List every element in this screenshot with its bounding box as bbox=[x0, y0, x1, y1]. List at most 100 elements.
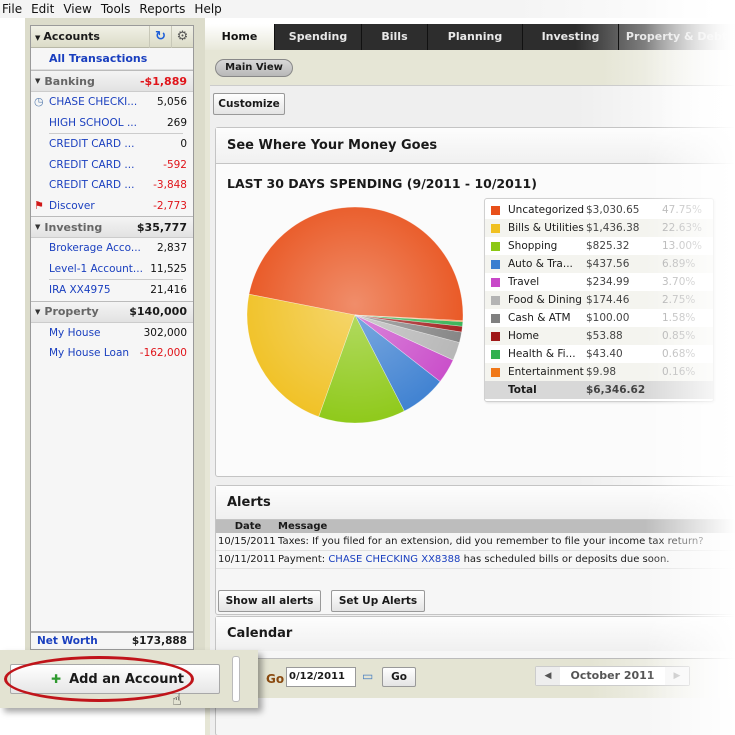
tab-property-debt[interactable]: Property & Debt bbox=[619, 24, 735, 50]
legend-swatch bbox=[491, 241, 500, 251]
legend-label: Health & Fi... bbox=[508, 348, 576, 360]
account-item[interactable]: HIGH SCHOOL ... 269 bbox=[31, 113, 193, 134]
account-balance: 269 bbox=[166, 116, 187, 129]
legend-row[interactable]: Entertainment $9.98 0.16% bbox=[485, 363, 713, 381]
account-name: CHASE CHECKI... bbox=[49, 96, 138, 109]
legend-row[interactable]: Bills & Utilities $1,436.38 22.63% bbox=[485, 219, 713, 237]
account-groups: ▼ Banking -$1,889 ◷ CHASE CHECKI... 5,056 HIGH… bbox=[31, 70, 193, 364]
all-transactions-link[interactable]: All Transactions bbox=[31, 48, 193, 70]
tab-bills[interactable]: Bills bbox=[362, 24, 428, 50]
next-month-icon[interactable]: ▶ bbox=[665, 667, 689, 685]
legend-percent: 13.00% bbox=[662, 240, 703, 252]
menu-bar: File Edit View Tools Reports Help bbox=[0, 0, 735, 18]
account-item[interactable]: ◷ CHASE CHECKI... 5,056 bbox=[31, 92, 193, 113]
tab-planning[interactable]: Planning bbox=[428, 24, 523, 50]
accounts-header: ▼ Accounts ↻ ⚙ bbox=[31, 25, 193, 48]
legend-swatch bbox=[491, 313, 500, 323]
account-item[interactable]: ⚑ Discover -2,773 bbox=[31, 196, 193, 217]
spending-panel-title: See Where Your Money Goes bbox=[216, 128, 735, 164]
legend-row[interactable]: Auto & Tra... $437.56 6.89% bbox=[485, 255, 713, 273]
legend-row[interactable]: Food & Dining $174.46 2.75% bbox=[485, 291, 713, 309]
add-account-button[interactable]: ✚ Add an Account bbox=[10, 664, 220, 694]
account-item[interactable]: CREDIT CARD ... -592 bbox=[31, 155, 193, 176]
gear-icon[interactable]: ⚙ bbox=[171, 25, 193, 48]
alert-date: 10/11/2011 bbox=[218, 554, 276, 565]
group-name: Property bbox=[44, 305, 99, 318]
clock-icon: ◷ bbox=[34, 95, 44, 108]
net-worth-label[interactable]: Net Worth bbox=[37, 635, 132, 647]
menu-edit[interactable]: Edit bbox=[31, 2, 54, 16]
accounts-sidebar: ▼ Accounts ↻ ⚙ All Transactions ▼ Banking -… bbox=[30, 25, 194, 650]
account-item[interactable]: Level-1 Account... 11,525 bbox=[31, 259, 193, 280]
legend-percent: 0.68% bbox=[662, 348, 696, 360]
account-group-investing[interactable]: ▼ Investing $35,777 bbox=[31, 216, 193, 238]
account-name: Discover bbox=[49, 199, 95, 212]
calendar-title: Calendar bbox=[216, 617, 735, 651]
refresh-icon[interactable]: ↻ bbox=[149, 25, 171, 48]
menu-file[interactable]: File bbox=[2, 2, 22, 16]
tab-home[interactable]: Home bbox=[205, 24, 275, 50]
legend-row[interactable]: Health & Fi... $43.40 0.68% bbox=[485, 345, 713, 363]
set-up-alerts-button[interactable]: Set Up Alerts bbox=[331, 590, 425, 612]
legend-label: Home bbox=[508, 330, 540, 342]
calendar-date-input[interactable]: 0/12/2011 bbox=[286, 667, 356, 687]
account-group-banking[interactable]: ▼ Banking -$1,889 bbox=[31, 70, 193, 92]
account-item[interactable]: My House 302,000 bbox=[31, 323, 193, 344]
prev-month-icon[interactable]: ◀ bbox=[536, 667, 560, 685]
calendar-picker-icon[interactable]: ▭ bbox=[362, 669, 373, 683]
alert-message-suffix: has scheduled bills or deposits due soon… bbox=[460, 554, 670, 565]
calendar-go-button[interactable]: Go bbox=[382, 667, 416, 687]
legend-label: Cash & ATM bbox=[508, 312, 571, 324]
spending-chart-title: LAST 30 DAYS SPENDING (9/2011 - 10/2011) bbox=[227, 176, 537, 191]
account-name: HIGH SCHOOL ... bbox=[49, 116, 137, 129]
account-item[interactable]: CREDIT CARD ... -3,848 bbox=[31, 175, 193, 196]
legend-row[interactable]: Uncategorized $3,030.65 47.75% bbox=[485, 201, 713, 219]
menu-view[interactable]: View bbox=[63, 2, 91, 16]
tab-spending[interactable]: Spending bbox=[275, 24, 362, 50]
alert-account-link[interactable]: CHASE CHECKING XX8388 bbox=[328, 551, 460, 568]
main-view-pill[interactable]: Main View bbox=[215, 59, 293, 77]
account-item[interactable]: IRA XX4975 21,416 bbox=[31, 280, 193, 301]
alert-date: 10/15/2011 bbox=[218, 536, 276, 547]
alert-row[interactable]: 10/11/2011 Payment: CHASE CHECKING XX838… bbox=[216, 551, 735, 569]
account-balance: -592 bbox=[163, 158, 187, 171]
menu-reports[interactable]: Reports bbox=[139, 2, 185, 16]
alert-message: Taxes: If you filed for an extension, di… bbox=[278, 536, 704, 547]
legend-row[interactable]: Home $53.88 0.85% bbox=[485, 327, 713, 345]
legend-swatch bbox=[491, 277, 500, 287]
account-group-property[interactable]: ▼ Property $140,000 bbox=[31, 300, 193, 323]
legend-row[interactable]: Travel $234.99 3.70% bbox=[485, 273, 713, 291]
alerts-col-date[interactable]: Date bbox=[216, 520, 278, 533]
legend-total-label: Total bbox=[508, 384, 537, 396]
collapse-triangle-icon: ▼ bbox=[35, 77, 41, 85]
splitter-handle[interactable] bbox=[232, 656, 240, 702]
account-item[interactable]: CREDIT CARD ... 0 bbox=[31, 134, 193, 155]
alerts-table-header: Date Message bbox=[216, 520, 735, 533]
menu-tools[interactable]: Tools bbox=[101, 2, 131, 16]
legend-amount: $100.00 bbox=[586, 312, 630, 324]
legend-row[interactable]: Cash & ATM $100.00 1.58% bbox=[485, 309, 713, 327]
spending-pie-chart[interactable] bbox=[243, 203, 467, 427]
legend-amount: $43.40 bbox=[586, 348, 623, 360]
account-item[interactable]: Brokerage Acco... 2,837 bbox=[31, 238, 193, 259]
legend-row[interactable]: Shopping $825.32 13.00% bbox=[485, 237, 713, 255]
accounts-toggle[interactable]: ▼ Accounts bbox=[31, 30, 149, 43]
tab-investing[interactable]: Investing bbox=[523, 24, 619, 50]
menu-help[interactable]: Help bbox=[194, 2, 221, 16]
show-all-alerts-button[interactable]: Show all alerts bbox=[218, 590, 321, 612]
collapse-triangle-icon: ▼ bbox=[35, 34, 41, 42]
calendar-toolbar: Go 0/12/2011 ▭ Go ◀ October 2011 ▶ bbox=[250, 658, 735, 698]
legend-amount: $437.56 bbox=[586, 258, 630, 270]
alert-row[interactable]: 10/15/2011 Taxes: If you filed for an ex… bbox=[216, 533, 735, 551]
legend-amount: $1,436.38 bbox=[586, 222, 640, 234]
alerts-col-message[interactable]: Message bbox=[278, 520, 327, 533]
account-balance: 0 bbox=[180, 138, 187, 151]
legend-swatch bbox=[491, 331, 500, 341]
legend-swatch bbox=[491, 259, 500, 269]
account-balance: 11,525 bbox=[150, 262, 187, 275]
account-item[interactable]: My House Loan -162,000 bbox=[31, 343, 193, 364]
legend-percent: 2.75% bbox=[662, 294, 696, 306]
legend-total-row: Total $6,346.62 bbox=[485, 381, 713, 399]
legend-swatch bbox=[491, 205, 500, 215]
customize-button[interactable]: Customize bbox=[213, 93, 285, 115]
